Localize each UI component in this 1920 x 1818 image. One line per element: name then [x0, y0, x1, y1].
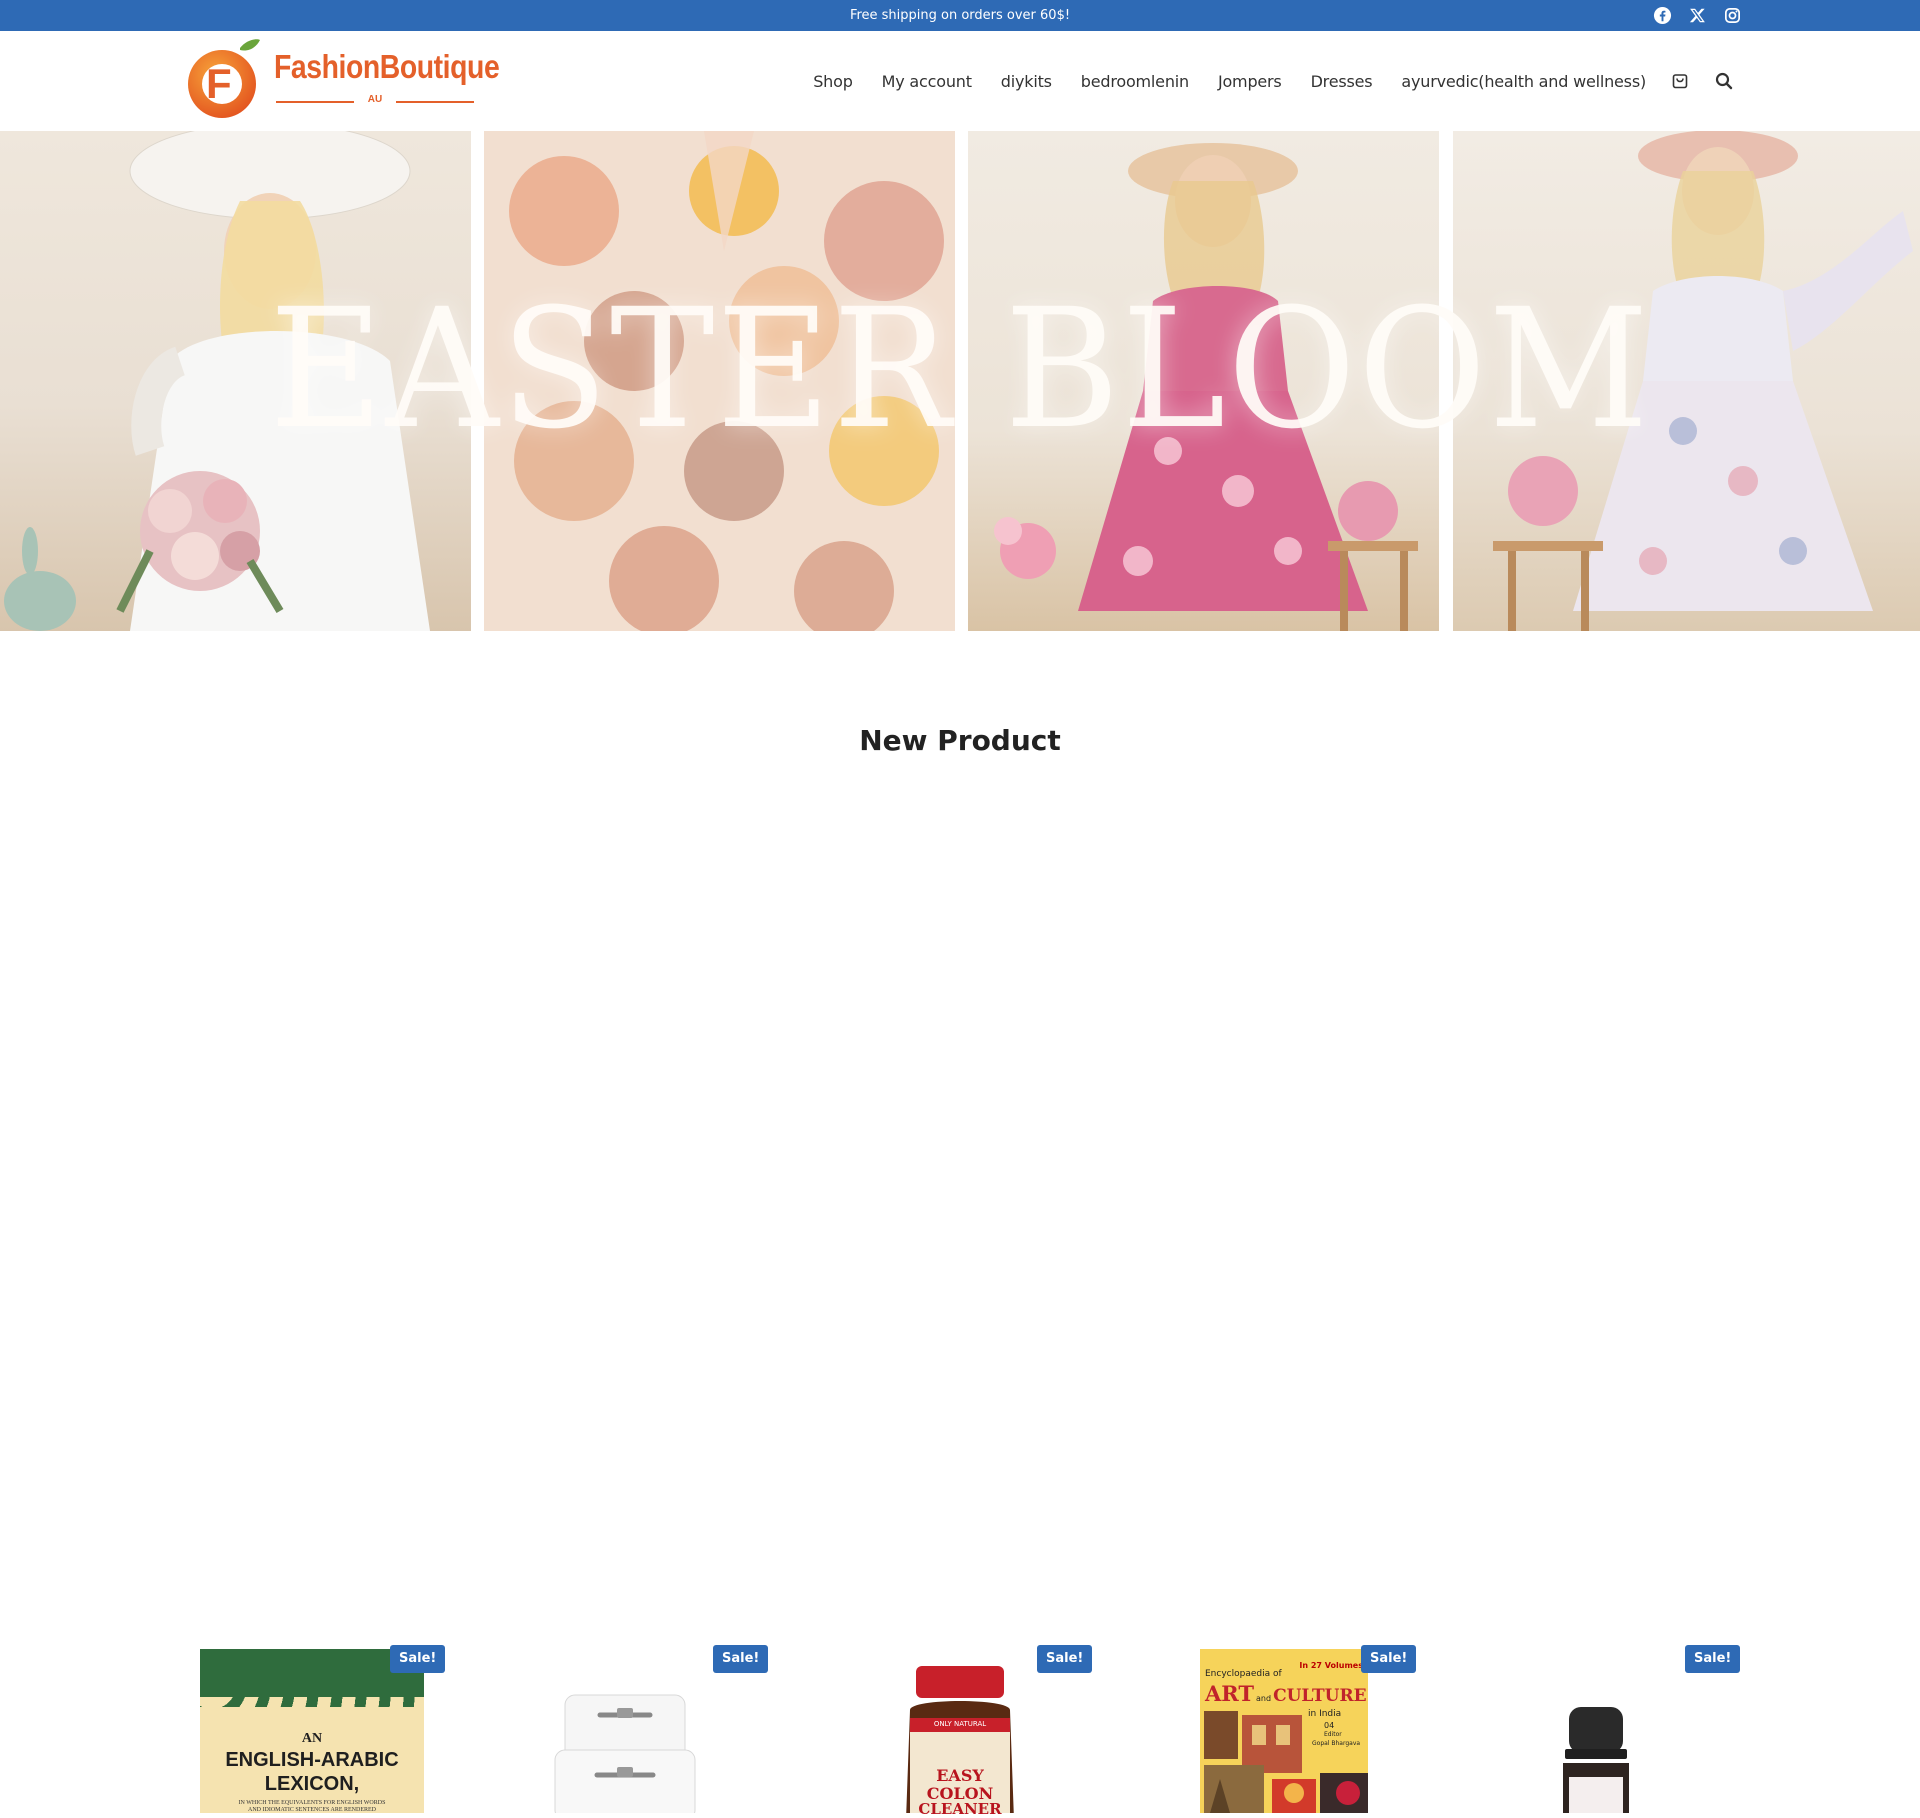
site-header: F FashionBoutique AU Shop My account diy… [0, 31, 1920, 131]
product-image-dropper-bottle[interactable] [1555, 1705, 1655, 1813]
colon-label-line-3: CLEANER [918, 1800, 1002, 1818]
sale-badge: Sale! [713, 1645, 769, 1673]
product-image-suitcases[interactable] [525, 1680, 745, 1818]
lexicon-line-4: IN WHICH THE EQUIVALENTS FOR ENGLISH WOR… [238, 1800, 386, 1806]
x-twitter-icon[interactable] [1688, 6, 1707, 25]
social-links [1653, 6, 1742, 25]
art-line-2: ART [1205, 1681, 1255, 1706]
product-card[interactable] [190, 820, 450, 993]
section-title-new-product: New Product [859, 724, 1061, 757]
instagram-icon[interactable] [1723, 6, 1742, 25]
nav-item-diykits[interactable]: diykits [1001, 72, 1052, 91]
main-nav: Shop My account diykits bedroomlenin Jom… [784, 31, 1734, 131]
cart-icon[interactable] [1670, 71, 1690, 91]
site-logo[interactable]: F FashionBoutique AU [184, 38, 500, 120]
art-line-1: Encyclopaedia of [1205, 1669, 1282, 1679]
hero-title: EASTER BLOOM [269, 273, 1651, 465]
colon-label-line-1: EASY [936, 1766, 984, 1785]
nav-item-bedroomlenin[interactable]: bedroomlenin [1081, 72, 1189, 91]
art-line-6: In 27 Volumes [1299, 1661, 1363, 1670]
sale-badge: Sale! [1361, 1645, 1417, 1673]
nav-item-dresses[interactable]: Dresses [1311, 72, 1373, 91]
art-line-4: CULTURE [1273, 1686, 1367, 1706]
brand-name: FashionBoutique [274, 48, 500, 85]
nav-item-my-account[interactable]: My account [882, 72, 972, 91]
nav-item-shop[interactable]: Shop [813, 72, 853, 91]
product-image-lexicon[interactable]: AN ENGLISH-ARABIC LEXICON, IN WHICH THE … [200, 1649, 424, 1813]
search-icon[interactable] [1714, 71, 1734, 91]
hero-banner[interactable]: EASTER BLOOM [0, 131, 1920, 631]
product-image-colon-cleaner[interactable]: ONLY NATURAL EASY COLON CLEANER [880, 1660, 1040, 1818]
product-image-art-culture[interactable]: Encyclopaedia of In 27 Volumes ART and C… [1200, 1649, 1368, 1813]
product-grid: AN ENGLISH-ARABIC LEXICON, IN WHICH THE … [0, 820, 1920, 1818]
nav-item-jompers[interactable]: Jompers [1218, 72, 1282, 91]
nav-item-ayurvedic[interactable]: ayurvedic(health and wellness) [1401, 72, 1646, 91]
lexicon-line-5: AND IDIOMATIC SENTENCES ARE RENDERED [248, 1807, 376, 1813]
sale-badge: Sale! [1685, 1645, 1741, 1673]
lexicon-line-2: ENGLISH-ARABIC [225, 1749, 399, 1771]
colon-label-small: ONLY NATURAL [933, 1720, 987, 1728]
lexicon-line-1: AN [301, 1731, 323, 1746]
art-line-3: and [1256, 1694, 1272, 1703]
announcement-text: Free shipping on orders over 60$! [849, 8, 1071, 23]
sale-badge: Sale! [1037, 1645, 1093, 1673]
lexicon-line-3: LEXICON, [264, 1773, 360, 1795]
logo-letter: F [206, 60, 232, 107]
facebook-icon[interactable] [1653, 6, 1672, 25]
brand-suffix: AU [276, 94, 474, 105]
sale-badge: Sale! [390, 1645, 446, 1673]
announcement-bar: Free shipping on orders over 60$! [0, 0, 1920, 31]
